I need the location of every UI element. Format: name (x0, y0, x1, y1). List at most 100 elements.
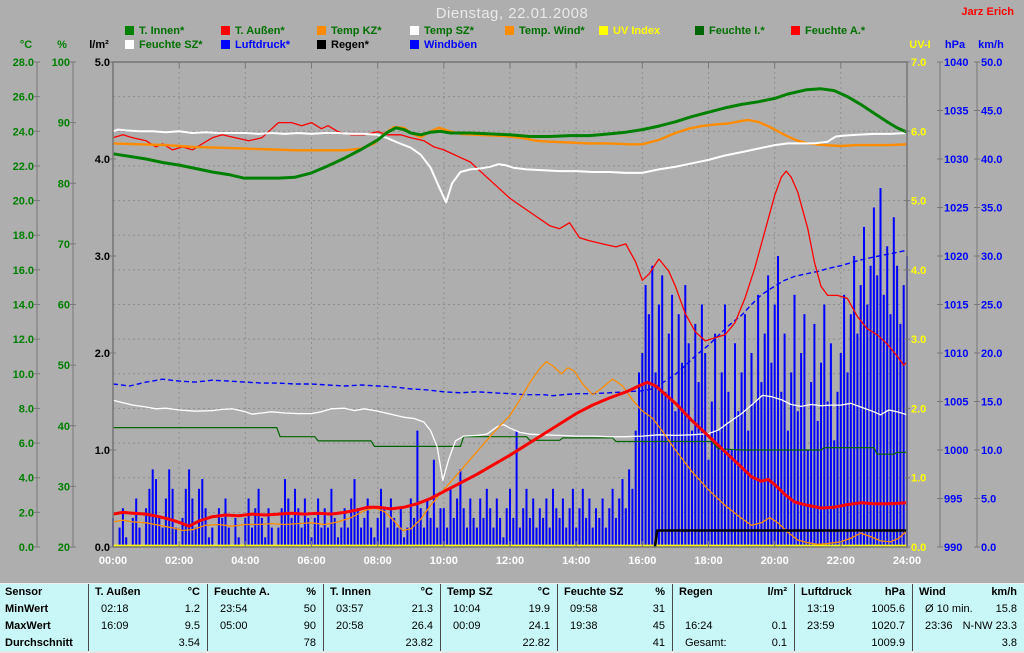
y-axis-label: 10.0 (981, 445, 1002, 457)
table-cell-value: 21.3 (411, 603, 433, 615)
x-axis-label: 20:00 (761, 555, 789, 567)
table-col-sensor: Sensor MinWert MaxWert Durchschnitt (0, 584, 88, 653)
y-axis-label: 28.0 (13, 57, 34, 69)
weather-station-screen: Dienstag, 22.01.2008 Jarz Erich T. Innen… (0, 0, 1024, 653)
table-cell-value: 15.8 (995, 603, 1017, 615)
table-col-feuchte-sz: Feuchte SZ% 09:58 31 19:38 45 41 (557, 584, 673, 653)
y-axis-label: 20 (58, 542, 70, 554)
x-axis-label: 02:00 (165, 555, 193, 567)
y-axis-label: 1010 (944, 348, 968, 360)
table-col-unit: °C (420, 586, 433, 598)
table-col-t-außen: T. Außen °C 02:18 1.2 16:09 9.5 3.54 (88, 584, 208, 653)
y-axis-label: 0.0 (19, 542, 34, 554)
table-col-regen: Regen l/m² 16:24 0.1 Gesamt: 0.1 (672, 584, 795, 653)
x-axis-label: 12:00 (496, 555, 524, 567)
y-axis-header: UV-I (909, 39, 930, 51)
table-cell-value: N-NW 23.3 (962, 620, 1017, 632)
y-axis-label: 1.0 (95, 445, 110, 457)
y-axis-label: 40.0 (981, 154, 1002, 166)
y-axis-label: 100 (52, 57, 70, 69)
table-cell-value: 23.82 (405, 637, 433, 649)
y-axis-label: 18.0 (13, 230, 34, 242)
table-cell-value: 26.4 (411, 620, 433, 632)
y-axis-label: 4.0 (911, 265, 926, 277)
weather-day-chart: 28.0 26.0 24.0 22.0 20.0 18.0 16.0 14.0 12.0 10.0… (13, 39, 1005, 567)
y-axis-label: 1000 (944, 445, 968, 457)
y-axis-label: 70 (58, 239, 70, 251)
y-axis-label: 3.0 (95, 251, 110, 263)
y-axis-label: 20.0 (981, 348, 1002, 360)
y-axis-label: 995 (944, 494, 962, 506)
y-axis-label: 7.0 (911, 57, 926, 69)
table-cell-value: 50 (303, 603, 316, 615)
table-cell-value: 3.8 (1001, 637, 1017, 649)
y-axis-header: hPa (945, 39, 966, 51)
x-axis-label: 08:00 (364, 555, 392, 567)
y-axis-label: 50.0 (981, 57, 1002, 69)
table-cell-value: 0.1 (771, 637, 787, 649)
y-axis-label: 20.0 (13, 196, 34, 208)
y-axis-label: 10.0 (13, 369, 34, 381)
y-axis-label: 22.0 (13, 161, 34, 173)
y-axis-label: 1015 (944, 300, 968, 312)
y-axis-label: 2.0 (911, 403, 926, 415)
y-axis-label: 26.0 (13, 92, 34, 104)
table-col-luftdruck: Luftdruck hPa 13:19 1005.6 23:59 1020.7 1009.9 (794, 584, 913, 653)
x-axis-label: 06:00 (297, 555, 325, 567)
y-axis-label: 0.0 (911, 542, 926, 554)
table-cell-value: 22.82 (522, 637, 550, 649)
table-cell-value: 0.1 (771, 620, 787, 632)
y-axis-label: 5.0 (911, 196, 926, 208)
table-col-temp-sz: Temp SZ °C 10:04 19.9 00:09 24.1 22.82 (440, 584, 558, 653)
table-cell-value: 1020.7 (871, 620, 905, 632)
y-axis-label: 16.0 (13, 265, 34, 277)
table-col-feuchte-a-: Feuchte A.% 23:54 50 05:00 90 78 (207, 584, 324, 653)
y-axis-label: 12.0 (13, 334, 34, 346)
y-axis-label: 1020 (944, 251, 968, 263)
y-axis-header: km/h (978, 39, 1004, 51)
y-axis-label: 990 (944, 542, 962, 554)
y-axis-label: 45.0 (981, 106, 1002, 118)
table-cell-value: 3.54 (178, 637, 200, 649)
x-axis-label: 04:00 (231, 555, 259, 567)
table-row-label: MinWert (5, 603, 49, 615)
x-axis-label: 18:00 (694, 555, 722, 567)
x-axis-label: 10:00 (430, 555, 458, 567)
y-axis-label: 5.0 (981, 494, 996, 506)
x-axis-label: 00:00 (99, 555, 127, 567)
y-axis-label: 25.0 (981, 300, 1002, 312)
y-axis-label: 1030 (944, 154, 968, 166)
y-axis-label: 5.0 (95, 57, 110, 69)
y-axis-header: °C (20, 39, 32, 51)
x-axis-label: 22:00 (827, 555, 855, 567)
table-col-unit: °C (537, 586, 550, 598)
y-axis-label: 3.0 (911, 334, 926, 346)
y-axis-label: 1.0 (911, 473, 926, 485)
y-axis-label: 1035 (944, 106, 968, 118)
y-axis-header: % (57, 39, 67, 51)
table-col-unit: % (306, 586, 316, 598)
x-axis-label: 24:00 (893, 555, 921, 567)
table-cell-value: 45 (652, 620, 665, 632)
table-cell-value: 31 (652, 603, 665, 615)
y-axis-label: 80 (58, 178, 70, 190)
table-header-sensor: Sensor (5, 586, 43, 598)
y-axis-label: 2.0 (19, 507, 34, 519)
y-axis-label: 8.0 (19, 403, 34, 415)
x-axis-label: 16:00 (628, 555, 656, 567)
y-axis-label: 1025 (944, 203, 968, 215)
y-axis-label: 4.0 (19, 473, 34, 485)
y-axis-label: 30 (58, 481, 70, 493)
x-axis-label: 14:00 (562, 555, 590, 567)
table-cell-value: 24.1 (528, 620, 550, 632)
y-axis-label: 0.0 (981, 542, 996, 554)
y-axis-label: 24.0 (13, 126, 34, 138)
y-axis-label: 90 (58, 118, 70, 130)
y-axis-label: 14.0 (13, 300, 34, 312)
table-col-unit: km/h (991, 586, 1017, 598)
table-cell-value: 90 (303, 620, 316, 632)
y-axis-label: 15.0 (981, 397, 1002, 409)
y-axis-label: 6.0 (911, 126, 926, 138)
table-cell-value: 1005.6 (871, 603, 905, 615)
table-cell-value: 1.2 (184, 603, 200, 615)
